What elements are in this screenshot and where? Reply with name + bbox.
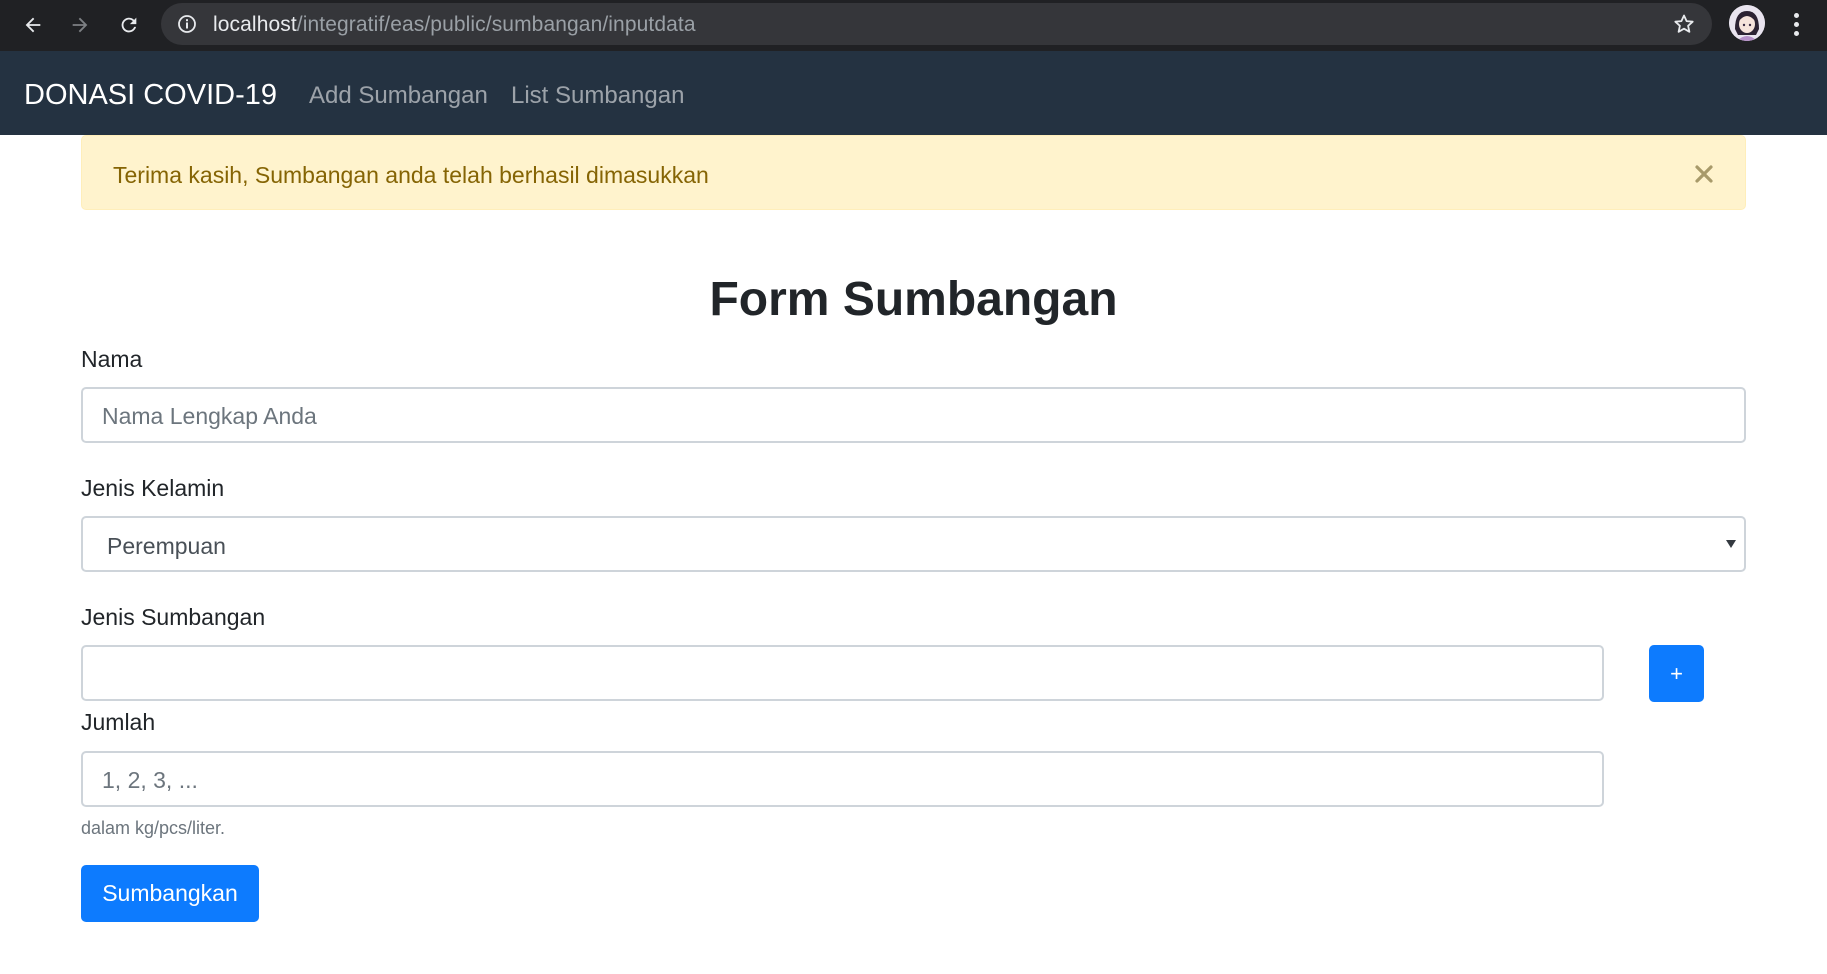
success-alert: Terima kasih, Sumbangan anda telah berha…	[81, 135, 1746, 210]
app-navbar: DONASI COVID-19 Add Sumbangan List Sumba…	[0, 51, 1827, 135]
browser-toolbar: localhost/integratif/eas/public/sumbanga…	[0, 0, 1827, 51]
nama-placeholder: Nama Lengkap Anda	[102, 403, 317, 429]
alert-message: Terima kasih, Sumbangan anda telah berha…	[113, 162, 709, 188]
jenis-kelamin-label: Jenis Kelamin	[81, 475, 225, 501]
brand-title[interactable]: DONASI COVID-19	[24, 79, 277, 112]
back-arrow-icon[interactable]	[16, 8, 50, 42]
form-title: Form Sumbangan	[709, 273, 1118, 326]
jenis-sumbangan-label: Jenis Sumbangan	[81, 604, 266, 630]
jenis-sumbangan-input[interactable]	[81, 645, 1604, 701]
submit-button[interactable]: Sumbangkan	[81, 865, 259, 922]
nav-link-add-sumbangan[interactable]: Add Sumbangan	[309, 82, 488, 110]
jumlah-input[interactable]: 1, 2, 3, ...	[81, 751, 1604, 807]
bookmark-star-icon[interactable]	[1672, 12, 1696, 36]
close-icon[interactable]	[1693, 160, 1715, 186]
url-host: localhost	[213, 13, 297, 36]
jumlah-help-text: dalam kg/pcs/liter.	[81, 818, 226, 838]
browser-menu-icon[interactable]	[1784, 9, 1808, 39]
url-text: localhost/integratif/eas/public/sumbanga…	[213, 13, 696, 37]
url-path: /integratif/eas/public/sumbangan/inputda…	[296, 13, 696, 36]
jumlah-label: Jumlah	[81, 709, 156, 735]
nama-label: Nama	[81, 346, 143, 372]
profile-avatar[interactable]	[1729, 5, 1765, 41]
info-icon[interactable]	[177, 14, 197, 34]
reload-icon[interactable]	[112, 8, 146, 42]
address-bar[interactable]: localhost/integratif/eas/public/sumbanga…	[161, 3, 1712, 45]
jenis-kelamin-selected: Perempuan	[107, 533, 226, 559]
jenis-kelamin-select[interactable]: Perempuan	[81, 516, 1746, 572]
forward-arrow-icon[interactable]	[63, 8, 97, 42]
avatar-icon	[1729, 5, 1765, 41]
chevron-down-icon	[1726, 540, 1736, 548]
jumlah-placeholder: 1, 2, 3, ...	[102, 767, 198, 793]
add-field-button[interactable]: +	[1649, 645, 1704, 702]
nav-link-list-sumbangan[interactable]: List Sumbangan	[511, 82, 684, 110]
nama-input[interactable]: Nama Lengkap Anda	[81, 387, 1746, 443]
